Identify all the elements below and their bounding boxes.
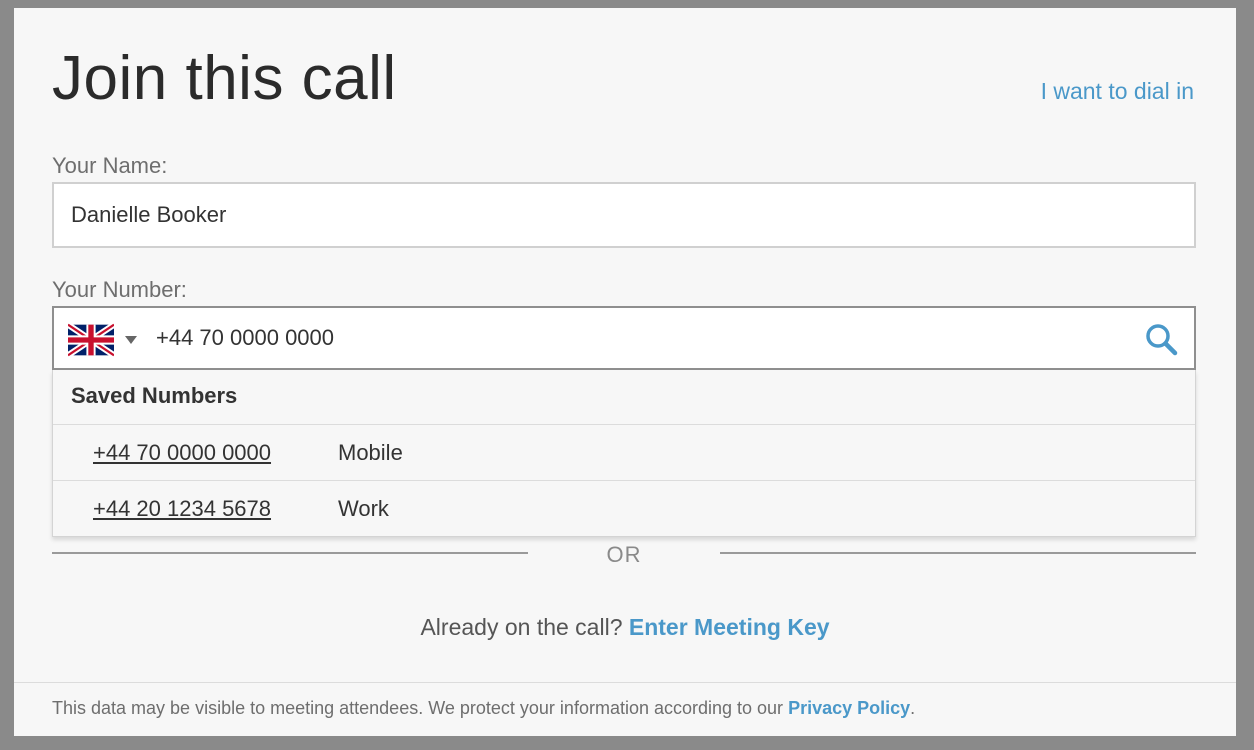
dial-in-link[interactable]: I want to dial in: [1041, 78, 1194, 105]
privacy-policy-link[interactable]: Privacy Policy: [788, 698, 910, 718]
united-kingdom-flag-icon: [68, 323, 114, 357]
saved-number-item[interactable]: +44 70 0000 0000 Mobile: [53, 425, 1195, 481]
saved-number-type: Work: [338, 496, 389, 521]
privacy-footer: This data may be visible to meeting atte…: [14, 682, 1236, 736]
saved-numbers-header: Saved Numbers: [53, 370, 1195, 425]
saved-number-item[interactable]: +44 20 1234 5678 Work: [53, 481, 1195, 537]
country-selector[interactable]: [68, 322, 137, 358]
privacy-notice-suffix: .: [910, 698, 916, 718]
divider-left: [52, 552, 528, 554]
enter-meeting-key-link[interactable]: Enter Meeting Key: [629, 614, 830, 640]
chevron-down-icon: [125, 336, 137, 344]
meeting-key-prompt: Already on the call? Enter Meeting Key: [14, 614, 1236, 641]
name-label: Your Name:: [52, 153, 168, 178]
name-input[interactable]: [52, 182, 1196, 248]
meeting-key-prompt-text: Already on the call?: [420, 614, 629, 640]
number-label: Your Number:: [52, 277, 187, 302]
saved-numbers-dropdown: Saved Numbers +44 70 0000 0000 Mobile +4…: [52, 370, 1196, 537]
saved-number-value[interactable]: +44 70 0000 0000: [93, 425, 271, 481]
phone-number-input[interactable]: [156, 308, 1116, 368]
search-icon[interactable]: [1144, 322, 1178, 356]
divider-right: [720, 552, 1196, 554]
privacy-notice-text: This data may be visible to meeting atte…: [52, 698, 789, 718]
saved-number-value[interactable]: +44 20 1234 5678: [93, 481, 271, 537]
phone-number-field: [52, 306, 1196, 370]
join-call-dialog: Join this call I want to dial in Your Na…: [14, 8, 1236, 736]
or-divider-text: OR: [606, 542, 642, 567]
saved-number-type: Mobile: [338, 440, 403, 465]
dialog-title: Join this call: [52, 44, 397, 113]
